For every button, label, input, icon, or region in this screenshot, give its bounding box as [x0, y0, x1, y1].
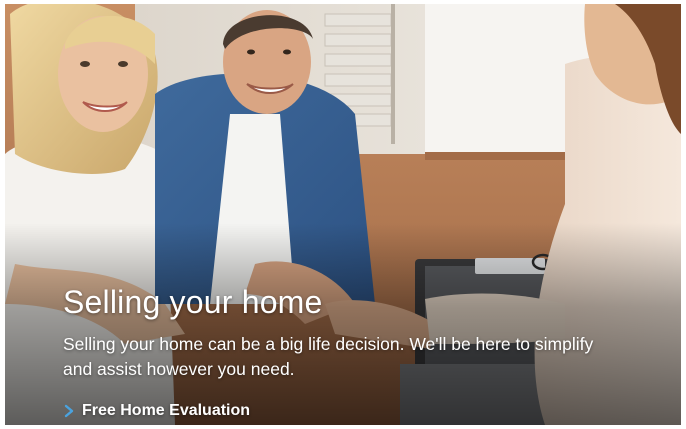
- cta-label: Free Home Evaluation: [82, 402, 251, 419]
- free-home-evaluation-link[interactable]: Free Home Evaluation: [63, 402, 250, 420]
- chevron-right-icon: [63, 404, 75, 418]
- hero-banner: Selling your home Selling your home can …: [5, 4, 681, 425]
- banner-caption: Selling your home Selling your home can …: [63, 280, 623, 423]
- banner-title: Selling your home: [63, 284, 323, 320]
- banner-description: Selling your home can be a big life deci…: [63, 334, 594, 379]
